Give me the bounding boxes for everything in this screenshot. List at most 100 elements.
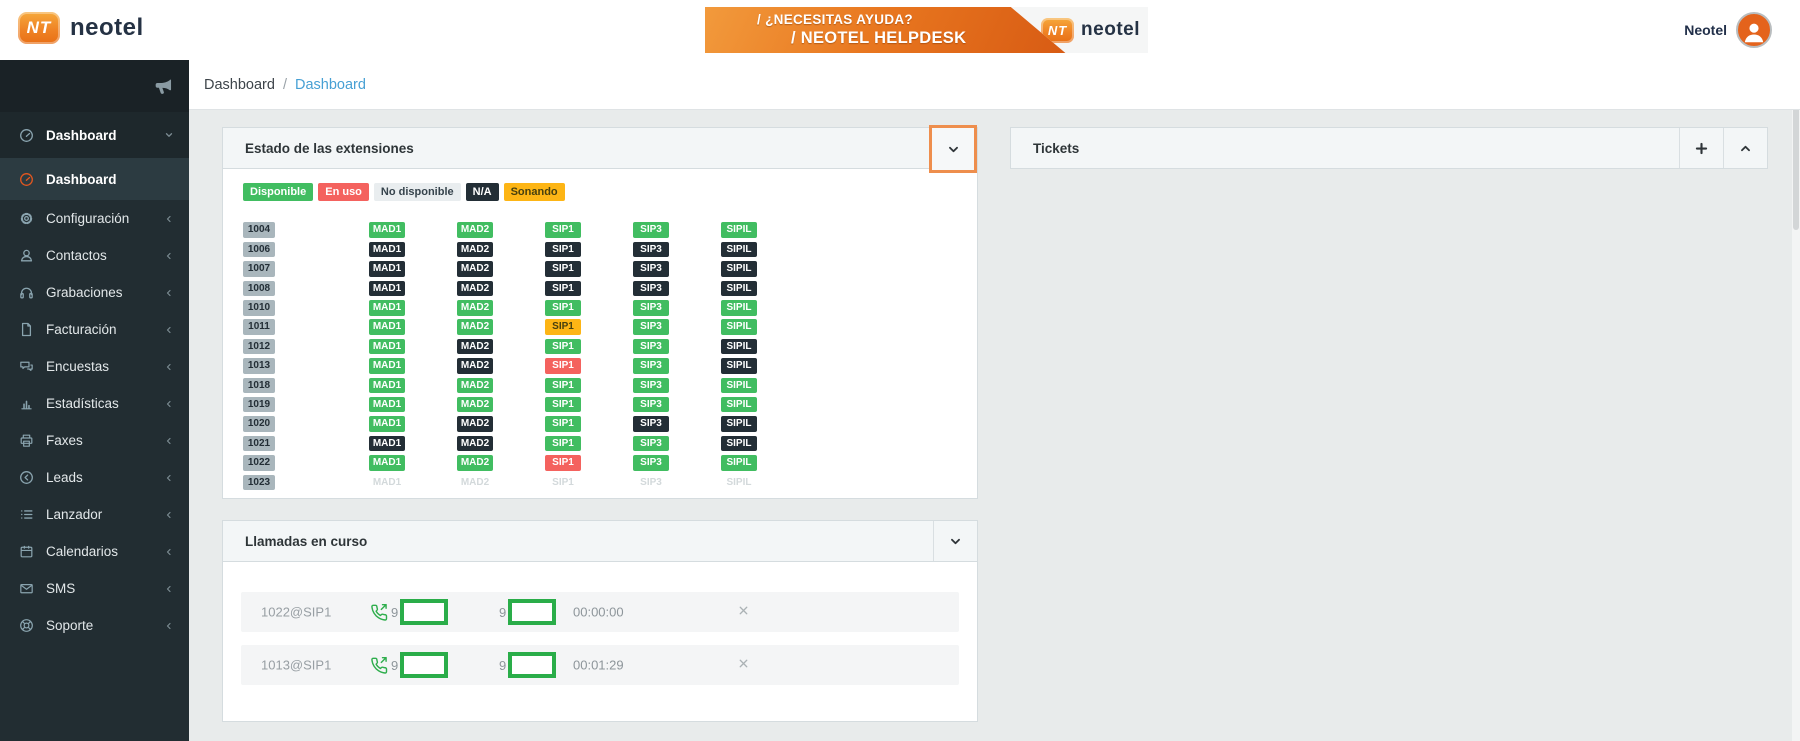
plus-icon — [1693, 140, 1710, 157]
extensions-panel-body: Disponible En uso No disponible N/A Sona… — [222, 169, 978, 499]
phone-outgoing-icon — [369, 655, 389, 675]
tickets-panel-tools — [1679, 128, 1767, 168]
status-badge: MAD2 — [457, 475, 493, 491]
chevron-left-icon — [163, 287, 175, 299]
chevron-left-icon — [163, 583, 175, 595]
sidebar-item-calendarios[interactable]: Calendarios — [0, 533, 189, 570]
tickets-panel-header: Tickets — [1010, 127, 1768, 169]
chevron-left-icon — [163, 213, 175, 225]
status-badge: MAD2 — [457, 397, 493, 413]
status-badge: SIP1 — [545, 339, 581, 355]
collapse-calls-button[interactable] — [933, 521, 977, 561]
chevron-left-icon — [163, 509, 175, 521]
sidebar-item-sms[interactable]: SMS — [0, 570, 189, 607]
sidebar-subitem-dashboard-active[interactable]: Dashboard — [0, 158, 189, 200]
calls-panel-header: Llamadas en curso — [222, 520, 978, 562]
sidebar-item-label: Contactos — [46, 248, 163, 263]
status-badge: SIP3 — [633, 222, 669, 238]
chevron-left-icon — [163, 398, 175, 410]
status-badge: SIP1 — [545, 281, 581, 297]
sidebar-item-soporte[interactable]: Soporte — [0, 607, 189, 644]
status-badge: SIPIL — [721, 475, 757, 491]
banner-line1: / ¿NECESITAS AYUDA? — [757, 12, 913, 27]
sidebar-item-label: Leads — [46, 470, 163, 485]
main-content: Estado de las extensiones Disponible En … — [189, 110, 1800, 741]
sidebar-item-label: Estadísticas — [46, 396, 163, 411]
chevron-down-icon — [163, 129, 175, 141]
sidebar-item-configuracion[interactable]: Configuración — [0, 200, 189, 237]
neotel-dashboard-app: NT neotel / ¿NECESITAS AYUDA? / NEOTEL H… — [0, 0, 1800, 741]
add-ticket-button[interactable] — [1679, 128, 1723, 168]
status-badge: SIP3 — [633, 455, 669, 471]
neotel-logo-icon: NT — [18, 12, 60, 44]
phone-outgoing-icon — [369, 602, 389, 622]
status-badge: MAD1 — [369, 339, 405, 355]
hand-icon[interactable] — [151, 73, 177, 99]
sidebar-item-label: Soporte — [46, 618, 163, 633]
banner-logo: NT neotel — [1008, 7, 1148, 53]
app-logo[interactable]: NT neotel — [18, 12, 144, 44]
comments-icon — [18, 358, 35, 375]
legend-badge: No disponible — [374, 183, 461, 201]
hangup-call-button[interactable] — [733, 602, 753, 622]
extension-number-badge: 1020 — [243, 416, 275, 432]
sidebar-item-dashboard[interactable]: Dashboard — [0, 112, 189, 158]
extension-number-badge: 1011 — [243, 319, 275, 335]
envelope-icon — [18, 580, 35, 597]
sidebar-item-faxes[interactable]: Faxes — [0, 422, 189, 459]
sidebar-item-estadisticas[interactable]: Estadísticas — [0, 385, 189, 422]
chevron-left-icon — [163, 546, 175, 558]
logo-wordmark: neotel — [70, 14, 144, 42]
status-badge: SIP1 — [545, 416, 581, 432]
extension-number-badge: 1018 — [243, 378, 275, 394]
user-name: Neotel — [1684, 22, 1727, 38]
status-badge: SIP1 — [545, 261, 581, 277]
callee-number-prefix: 9 — [499, 605, 506, 620]
status-badge: MAD2 — [457, 261, 493, 277]
extension-row: 1019 MAD1 MAD2 SIP1 SIP3 SIPIL — [243, 394, 957, 413]
sidebar-item-label: Grabaciones — [46, 285, 163, 300]
user-menu[interactable]: Neotel — [1684, 12, 1772, 48]
close-icon — [737, 657, 750, 670]
status-badge: SIP1 — [545, 242, 581, 258]
call-duration: 00:01:29 — [573, 658, 624, 673]
tickets-panel: Tickets — [1010, 127, 1768, 169]
extensions-table: 1004 MAD1 MAD2 SIP1 SIP3 SIPIL 1006 — [243, 219, 957, 490]
helpdesk-banner[interactable]: / ¿NECESITAS AYUDA? / NEOTEL HELPDESK NT… — [705, 7, 1148, 53]
status-badge: SIPIL — [721, 281, 757, 297]
sidebar-item-label: Faxes — [46, 433, 163, 448]
status-badge: MAD1 — [369, 416, 405, 432]
sidebar-item-label: Facturación — [46, 322, 163, 337]
sidebar-item-contactos[interactable]: Contactos — [0, 237, 189, 274]
sidebar-item-grabaciones[interactable]: Grabaciones — [0, 274, 189, 311]
status-badge: MAD2 — [457, 358, 493, 374]
hangup-call-button[interactable] — [733, 655, 753, 675]
collapse-extensions-button[interactable] — [929, 125, 977, 173]
extension-number-badge: 1012 — [243, 339, 275, 355]
chevron-left-icon — [163, 361, 175, 373]
sidebar-item-lanzador[interactable]: Lanzador — [0, 496, 189, 533]
status-badge: MAD1 — [369, 358, 405, 374]
status-badge: MAD1 — [369, 397, 405, 413]
status-badge: SIP1 — [545, 378, 581, 394]
extension-row: 1012 MAD1 MAD2 SIP1 SIP3 SIPIL — [243, 335, 957, 354]
extension-row: 1013 MAD1 MAD2 SIP1 SIP3 SIPIL — [243, 355, 957, 374]
life-ring-icon — [18, 617, 35, 634]
expand-tickets-button[interactable] — [1723, 128, 1767, 168]
status-badge: SIPIL — [721, 397, 757, 413]
sidebar-item-encuestas[interactable]: Encuestas — [0, 348, 189, 385]
chevron-left-icon — [163, 324, 175, 336]
chevron-left-icon — [163, 472, 175, 484]
status-badge: SIP3 — [633, 378, 669, 394]
sidebar-item-facturacion[interactable]: Facturación — [0, 311, 189, 348]
status-badge: MAD1 — [369, 455, 405, 471]
breadcrumb-link-dashboard[interactable]: Dashboard — [204, 77, 275, 93]
vertical-scrollbar[interactable] — [1792, 60, 1800, 741]
sidebar-item-leads[interactable]: Leads — [0, 459, 189, 496]
status-badge: SIP3 — [633, 261, 669, 277]
call-extension-id: 1013@SIP1 — [261, 658, 331, 673]
extension-number-badge: 1021 — [243, 436, 275, 452]
chevron-left-icon — [163, 435, 175, 447]
redacted-number-box — [400, 599, 448, 625]
status-badge: SIP3 — [633, 300, 669, 316]
